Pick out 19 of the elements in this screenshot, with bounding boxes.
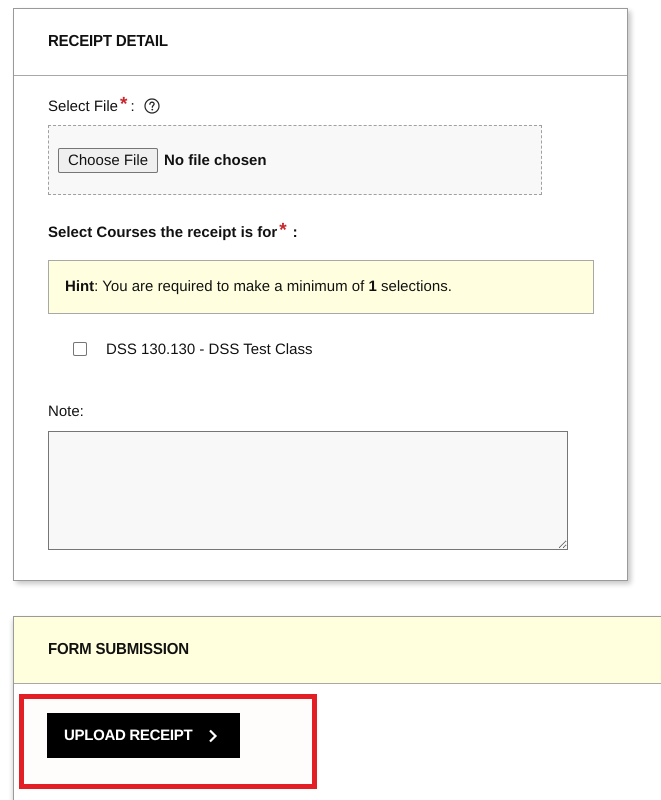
choose-file-button[interactable]: Choose File: [58, 148, 158, 172]
hint-message: Hint: You are required to make a minimum of 1 selections.: [48, 260, 594, 314]
file-status-text: No file chosen: [164, 152, 267, 168]
chevron-right-icon: [208, 728, 218, 742]
required-mark: *: [279, 222, 287, 240]
checkbox[interactable]: [73, 342, 87, 356]
section-title: FORM SUBMISSION: [48, 641, 189, 659]
section-title: RECEIPT DETAIL: [48, 33, 168, 51]
field-label: Select File: [48, 98, 118, 114]
label-colon: :: [292, 224, 298, 240]
required-mark: *: [120, 96, 128, 114]
course-option-label: DSS 130.130 - DSS Test Class: [106, 340, 312, 358]
upload-receipt-button[interactable]: UPLOAD RECEIPT: [47, 713, 240, 758]
field-label: Note:: [48, 403, 84, 421]
help-icon: [144, 98, 160, 114]
note-field[interactable]: [48, 431, 568, 550]
label-colon: :: [130, 98, 135, 114]
file-input-area[interactable]: Choose File No file chosen: [48, 125, 542, 195]
field-label: Select Courses the receipt is for: [48, 224, 278, 240]
